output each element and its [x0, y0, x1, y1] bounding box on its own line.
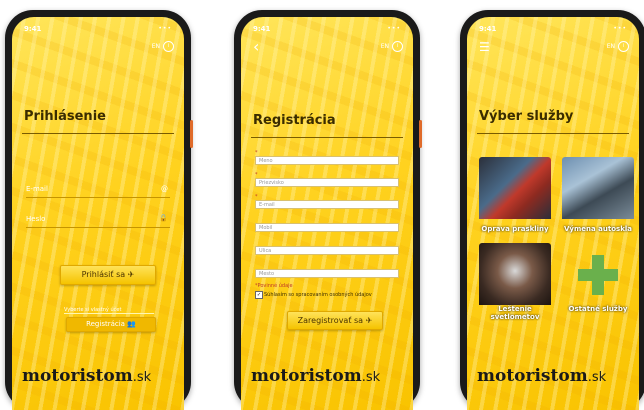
tile-label: Výmena autoskla — [564, 225, 632, 233]
phone-register: 9:41 ••• ‹ EN i Registrácia * Meno * Pri… — [234, 10, 422, 410]
password-field[interactable] — [26, 227, 170, 228]
consent-checkbox[interactable]: ✓ — [255, 291, 263, 299]
tile-label: Leštenie svetlometov — [490, 305, 540, 321]
windshield-image — [562, 157, 634, 219]
title-divider — [22, 133, 174, 134]
status-time: 9:41 — [24, 25, 42, 33]
services-screen: 9:41 ••• ☰ EN i Výber služby Oprava pras… — [467, 17, 639, 410]
service-tile-windshield[interactable]: Výmena autoskla — [562, 157, 634, 235]
menu-icon[interactable]: ☰ — [479, 41, 490, 53]
language-switch[interactable]: EN i — [152, 41, 174, 52]
required-note: *Povinné údaje — [255, 283, 293, 289]
email-label: E-mail — [26, 185, 48, 193]
info-icon[interactable]: i — [163, 41, 174, 52]
plus-icon — [578, 269, 618, 281]
last-name-input[interactable]: Priezvisko — [255, 178, 399, 187]
brand-logo: motoristom.sk — [477, 366, 607, 386]
status-bar: 9:41 ••• — [467, 25, 639, 39]
back-icon[interactable]: ‹ — [253, 39, 259, 55]
city-input[interactable]: Mesto — [255, 269, 399, 278]
other-services-image — [562, 243, 634, 305]
status-time: 9:41 — [253, 25, 271, 33]
side-button — [190, 120, 193, 148]
email-input[interactable]: E-mail — [255, 200, 399, 209]
language-code[interactable]: EN — [381, 43, 389, 50]
signal-icon: ••• — [387, 25, 401, 32]
title-divider — [477, 133, 629, 134]
register-submit-button[interactable]: Zaregistrovať sa ✈ — [287, 311, 383, 330]
tile-label: Ostatné služby — [568, 305, 628, 313]
crack-repair-image — [479, 157, 551, 219]
first-name-input[interactable]: Meno — [255, 156, 399, 165]
language-switch[interactable]: EN i — [607, 41, 629, 52]
login-screen: 9:41 ••• EN i Prihlásenie E-mail @ Heslo… — [12, 17, 184, 410]
brand-logo: motoristom.sk — [22, 366, 152, 386]
info-icon[interactable]: i — [618, 41, 629, 52]
password-label: Heslo — [26, 215, 46, 223]
info-icon[interactable]: i — [392, 41, 403, 52]
signal-icon: ••• — [613, 25, 627, 32]
service-tile-other[interactable]: Ostatné služby — [562, 243, 634, 321]
register-button[interactable]: Registrácia 👥 — [66, 317, 156, 332]
page-title: Prihlásenie — [24, 109, 106, 124]
tile-label: Oprava praskliny — [481, 225, 549, 233]
login-button[interactable]: Prihlásiť sa ✈ — [60, 265, 156, 285]
status-bar: 9:41 ••• — [12, 25, 184, 39]
register-screen: 9:41 ••• ‹ EN i Registrácia * Meno * Pri… — [241, 17, 413, 410]
title-divider — [251, 137, 403, 138]
email-field[interactable] — [26, 197, 170, 198]
language-switch[interactable]: EN i — [381, 41, 403, 52]
phone-services: 9:41 ••• ☰ EN i Výber služby Oprava pras… — [460, 10, 644, 410]
service-tile-headlight[interactable]: Leštenie svetlometov — [479, 243, 551, 321]
phone-input[interactable]: Mobil — [255, 223, 399, 232]
phone-login: 9:41 ••• EN i Prihlásenie E-mail @ Heslo… — [5, 10, 193, 410]
headlight-image — [479, 243, 551, 305]
at-icon: @ — [161, 185, 168, 193]
language-code[interactable]: EN — [152, 43, 160, 50]
choose-divider — [64, 313, 154, 314]
service-tile-crack-repair[interactable]: Oprava praskliny — [479, 157, 551, 235]
consent-label: Súhlasím so spracovaním osobných údajov — [264, 292, 372, 298]
signal-icon: ••• — [158, 25, 172, 32]
page-title: Výber služby — [479, 109, 574, 124]
status-bar: 9:41 ••• — [241, 25, 413, 39]
lock-icon: 🔒 — [159, 214, 168, 222]
street-input[interactable]: Ulica — [255, 246, 399, 255]
page-title: Registrácia — [253, 113, 336, 128]
language-code[interactable]: EN — [607, 43, 615, 50]
status-time: 9:41 — [479, 25, 497, 33]
side-button — [419, 120, 422, 148]
brand-logo: motoristom.sk — [251, 366, 381, 386]
